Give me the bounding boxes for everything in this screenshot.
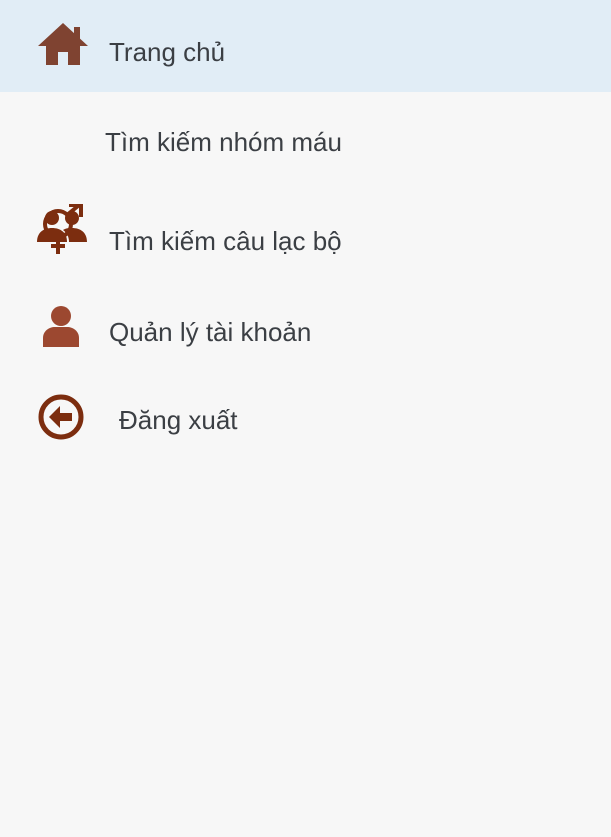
person-icon bbox=[43, 306, 79, 347]
menu-item-label: Đăng xuất bbox=[119, 405, 238, 435]
group-icon bbox=[37, 211, 87, 242]
menu-item-club-search[interactable]: Tìm kiếm câu lạc bộ bbox=[0, 184, 611, 276]
menu-item-logout[interactable]: Đăng xuất bbox=[0, 368, 611, 460]
menu-item-home[interactable]: Trang chủ bbox=[0, 0, 611, 92]
navigation-drawer: Trang chủ Tìm kiếm nhóm máu Tìm kiếm câu… bbox=[0, 0, 611, 837]
logout-icon bbox=[38, 394, 84, 440]
menu-item-label: Tìm kiếm câu lạc bộ bbox=[109, 226, 342, 256]
menu-item-label: Quản lý tài khoản bbox=[109, 317, 312, 347]
menu-item-label: Tìm kiếm nhóm máu bbox=[105, 127, 342, 157]
menu-item-label: Trang chủ bbox=[109, 37, 226, 67]
menu-item-blood-group-search[interactable]: Tìm kiếm nhóm máu bbox=[0, 92, 611, 254]
menu-item-account-management[interactable]: Quản lý tài khoản bbox=[0, 276, 611, 368]
home-icon bbox=[38, 23, 88, 65]
